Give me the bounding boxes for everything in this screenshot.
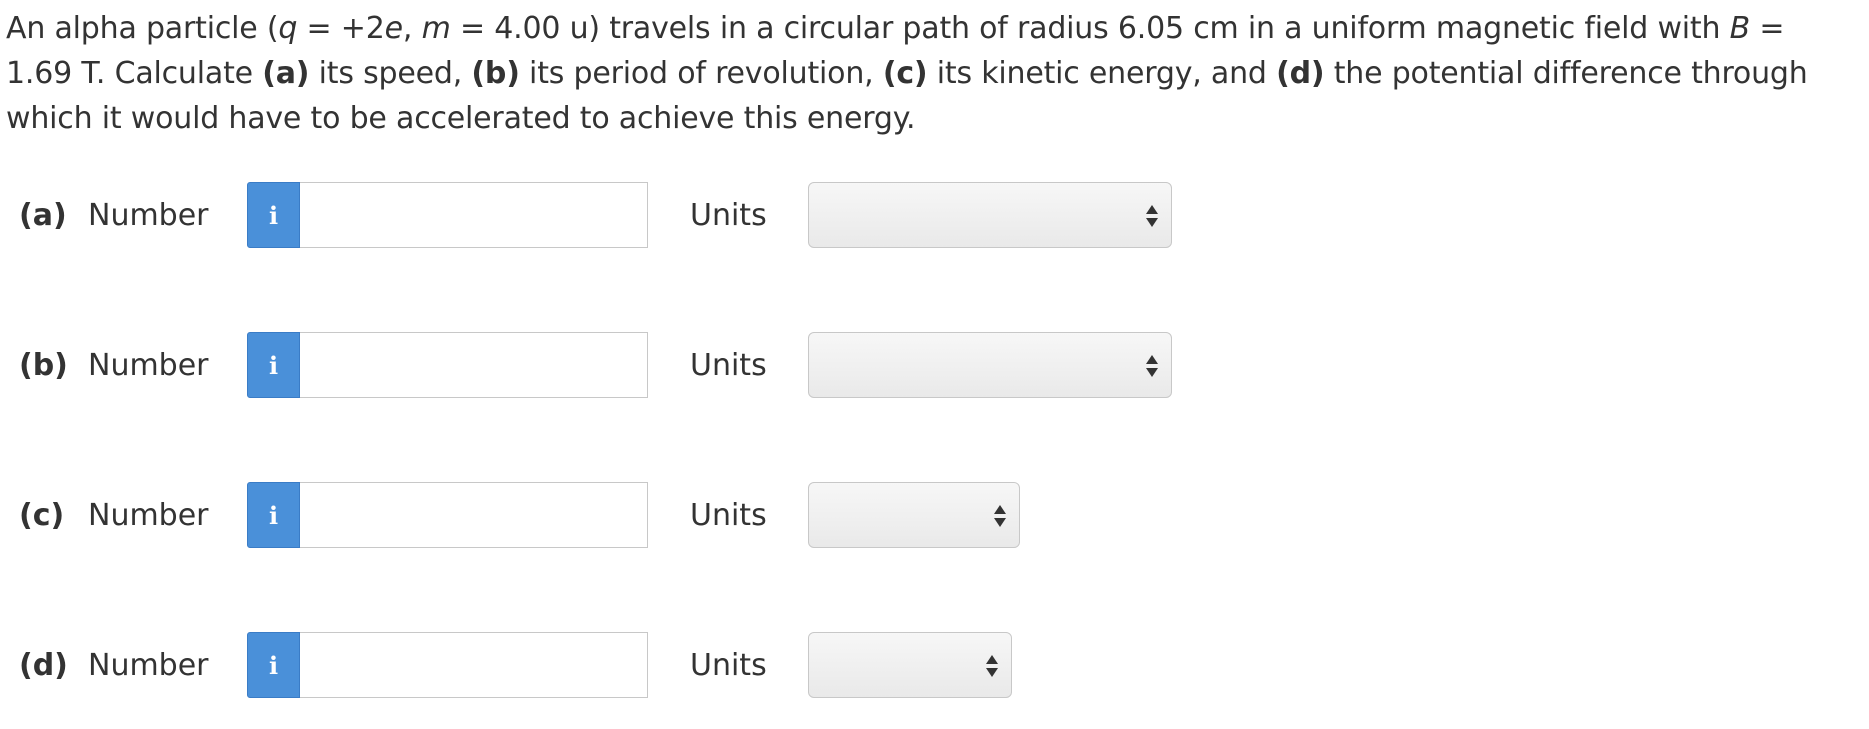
part-b-ref: (b) [471, 56, 520, 91]
units-select-b[interactable] [808, 332, 1172, 398]
part-label: (b) [19, 348, 68, 383]
question-segment: , [402, 11, 422, 46]
question-segment: its kinetic energy, and [927, 56, 1277, 91]
answer-row-a: (a) Number i Units [0, 182, 1200, 250]
info-icon[interactable]: i [247, 632, 300, 698]
number-label: Number [88, 348, 209, 383]
question-segment: An alpha particle ( [6, 11, 279, 46]
info-icon[interactable]: i [247, 332, 300, 398]
up-down-arrows-icon [1146, 205, 1158, 227]
units-label: Units [690, 648, 767, 683]
units-select-d[interactable] [808, 632, 1012, 698]
question-segment: = +2 [297, 11, 385, 46]
units-label: Units [690, 198, 767, 233]
number-input-a[interactable] [300, 182, 648, 248]
field-variable: B [1729, 11, 1751, 46]
info-icon[interactable]: i [247, 182, 300, 248]
part-c-ref: (c) [882, 56, 928, 91]
question-segment: its speed, [309, 56, 472, 91]
answer-row-d: (d) Number i Units [0, 632, 1200, 700]
question-segment: = 4.00 u) travels in a circular path of … [450, 11, 1730, 46]
answer-row-c: (c) Number i Units [0, 482, 1200, 550]
part-label: (d) [19, 648, 68, 683]
part-d-ref: (d) [1276, 56, 1325, 91]
units-label: Units [690, 348, 767, 383]
info-icon[interactable]: i [247, 482, 300, 548]
units-select-a[interactable] [808, 182, 1172, 248]
number-input-c[interactable] [300, 482, 648, 548]
elementary-charge-variable: e [384, 11, 403, 46]
number-input-d[interactable] [300, 632, 648, 698]
number-label: Number [88, 648, 209, 683]
units-label: Units [690, 498, 767, 533]
up-down-arrows-icon [986, 655, 998, 677]
mass-variable: m [421, 11, 451, 46]
question-segment: its period of revolution, [519, 56, 883, 91]
up-down-arrows-icon [994, 505, 1006, 527]
up-down-arrows-icon [1146, 355, 1158, 377]
question-text: An alpha particle (q = +2e, m = 4.00 u) … [6, 6, 1856, 141]
number-label: Number [88, 498, 209, 533]
units-select-c[interactable] [808, 482, 1020, 548]
part-label: (c) [19, 498, 65, 533]
part-a-ref: (a) [262, 56, 310, 91]
charge-variable: q [278, 11, 298, 46]
part-label: (a) [19, 198, 67, 233]
number-input-b[interactable] [300, 332, 648, 398]
answer-row-b: (b) Number i Units [0, 332, 1200, 400]
number-label: Number [88, 198, 209, 233]
